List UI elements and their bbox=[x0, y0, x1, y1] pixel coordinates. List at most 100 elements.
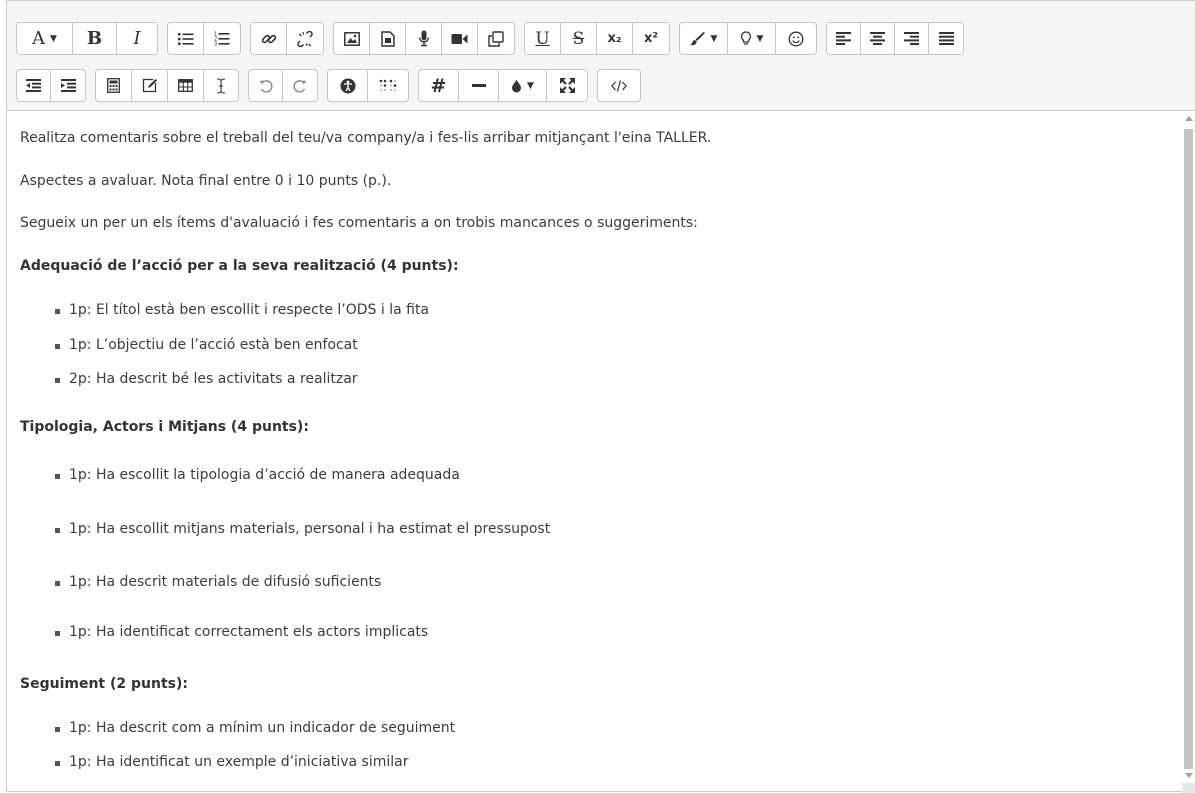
equation-button[interactable] bbox=[96, 70, 132, 101]
lightbulb-icon bbox=[740, 31, 751, 45]
list-item: 1p: Ha identificat un exemple d’iniciati… bbox=[55, 754, 409, 770]
file-icon bbox=[380, 30, 395, 47]
font-style-button[interactable]: A ▼ bbox=[17, 23, 73, 54]
justify-button[interactable] bbox=[929, 23, 963, 54]
hashtag-button[interactable]: # bbox=[419, 70, 459, 101]
svg-text:3: 3 bbox=[214, 42, 217, 47]
paintbrush-icon bbox=[689, 31, 705, 45]
subscript-label: x₂ bbox=[607, 31, 622, 46]
list-item: 2p: Ha descrit bé les activitats a reali… bbox=[55, 371, 358, 387]
outdent-button[interactable] bbox=[17, 70, 51, 101]
undo-button[interactable] bbox=[249, 70, 283, 101]
link-button[interactable] bbox=[251, 23, 287, 54]
section-heading: Seguiment (2 punts): bbox=[20, 676, 188, 692]
microphone-icon bbox=[418, 30, 429, 47]
list-item: 1p: Ha escollit mitjans materials, perso… bbox=[54, 521, 551, 537]
minus-icon bbox=[471, 83, 486, 87]
align-left-icon bbox=[836, 32, 851, 45]
section-heading: Adequació de l’acció per a la seva reali… bbox=[20, 258, 459, 274]
media-group bbox=[333, 22, 515, 55]
text-format-group: U S x₂ x² bbox=[524, 22, 670, 55]
underline-button[interactable]: U bbox=[525, 23, 561, 54]
redo-button[interactable] bbox=[283, 70, 317, 101]
manage-files-button[interactable] bbox=[478, 23, 514, 54]
superscript-label: x² bbox=[643, 31, 659, 46]
emoji-button[interactable] bbox=[776, 23, 816, 54]
redo-icon bbox=[293, 79, 307, 93]
list-item: 1p: Ha identificat correctament els acto… bbox=[54, 624, 429, 640]
insert-image-button[interactable] bbox=[334, 23, 370, 54]
list-group: 123 bbox=[167, 22, 241, 55]
caret-down-icon: ▼ bbox=[756, 33, 764, 44]
record-video-button[interactable] bbox=[442, 23, 478, 54]
align-left-button[interactable] bbox=[827, 23, 861, 54]
table-button[interactable] bbox=[168, 70, 204, 101]
fullscreen-button[interactable] bbox=[547, 70, 587, 101]
hint-button[interactable]: ▼ bbox=[728, 23, 776, 54]
insert-file-button[interactable] bbox=[370, 23, 406, 54]
screen-reader-helper-button[interactable] bbox=[368, 70, 408, 101]
unlink-button[interactable] bbox=[287, 23, 323, 54]
indent-group bbox=[16, 69, 86, 102]
align-right-button[interactable] bbox=[895, 23, 929, 54]
subscript-button[interactable]: x₂ bbox=[597, 23, 633, 54]
image-icon bbox=[343, 31, 360, 46]
edit-button[interactable] bbox=[132, 70, 168, 101]
intro-paragraph: Realitza comentaris sobre el treball del… bbox=[20, 130, 712, 146]
text-color-button[interactable]: ▼ bbox=[680, 23, 728, 54]
strikethrough-button[interactable]: S bbox=[561, 23, 597, 54]
extra-group: # ▼ bbox=[418, 69, 588, 102]
unordered-list-button[interactable] bbox=[168, 23, 204, 54]
italic-label: I bbox=[133, 28, 141, 49]
toolbar-row-2: # ▼ bbox=[16, 68, 650, 103]
list-item: 1p: Ha descrit materials de difusió sufi… bbox=[54, 574, 382, 590]
italic-button[interactable]: I bbox=[117, 23, 157, 54]
expand-icon bbox=[559, 78, 575, 93]
undo-icon bbox=[259, 79, 273, 93]
html-source-button[interactable] bbox=[598, 70, 640, 101]
align-group bbox=[826, 22, 964, 55]
align-right-icon bbox=[904, 32, 919, 45]
editor-toolbar: A ▼ B I 123 U S x₂ x² ▼ ▼ # ▼ bbox=[7, 1, 1195, 111]
accessibility-group bbox=[327, 69, 409, 102]
clear-formatting-button[interactable] bbox=[204, 70, 238, 101]
bold-button[interactable]: B bbox=[73, 23, 117, 54]
video-camera-icon bbox=[451, 33, 468, 44]
vertical-scrollbar[interactable] bbox=[1182, 111, 1195, 793]
section-heading: Tipologia, Actors i Mitjans (4 punts): bbox=[20, 419, 309, 435]
horizontal-rule-button[interactable] bbox=[459, 70, 499, 101]
scroll-up-arrow-icon[interactable] bbox=[1185, 116, 1193, 121]
rich-text-editor: A ▼ B I 123 U S x₂ x² ▼ ▼ # ▼ Realitza c… bbox=[6, 0, 1195, 793]
link-group bbox=[250, 22, 324, 55]
aspects-paragraph: Aspectes a avaluar. Nota final entre 0 i… bbox=[20, 173, 392, 189]
record-audio-button[interactable] bbox=[406, 23, 442, 54]
indent-button[interactable] bbox=[51, 70, 85, 101]
superscript-button[interactable]: x² bbox=[633, 23, 669, 54]
html-group bbox=[597, 69, 641, 102]
toolbar-row-1: A ▼ B I 123 U S x₂ x² ▼ ▼ bbox=[16, 21, 973, 56]
link-icon bbox=[261, 34, 276, 43]
list-item: 1p: L’objectiu de l’acció està ben enfoc… bbox=[55, 337, 358, 353]
list-item: 1p: El títol està ben escollit i respect… bbox=[54, 302, 430, 318]
font-style-label: A bbox=[32, 28, 46, 49]
scroll-down-arrow-icon[interactable] bbox=[1185, 773, 1193, 778]
background-color-button[interactable]: ▼ bbox=[499, 70, 547, 101]
align-center-button[interactable] bbox=[861, 23, 895, 54]
outdent-icon bbox=[26, 79, 41, 92]
accessibility-checker-button[interactable] bbox=[328, 70, 368, 101]
indent-icon bbox=[60, 79, 76, 92]
scrollbar-thumb[interactable] bbox=[1184, 129, 1193, 769]
calculator-icon bbox=[107, 78, 120, 93]
table-icon bbox=[178, 79, 193, 92]
droplet-icon bbox=[512, 79, 522, 92]
bold-label: B bbox=[86, 28, 103, 49]
accessibility-icon bbox=[340, 78, 355, 93]
caret-down-icon: ▼ bbox=[527, 80, 534, 91]
caret-down-icon: ▼ bbox=[710, 33, 718, 44]
font-style-group: A ▼ B I bbox=[16, 22, 158, 55]
align-center-icon bbox=[870, 32, 885, 45]
ordered-list-button[interactable]: 123 bbox=[204, 23, 240, 54]
editor-content[interactable]: Realitza comentaris sobre el treball del… bbox=[7, 111, 1183, 793]
instructions-paragraph: Segueix un per un els ítems d'avaluació … bbox=[20, 215, 698, 231]
hash-label: # bbox=[430, 74, 447, 97]
